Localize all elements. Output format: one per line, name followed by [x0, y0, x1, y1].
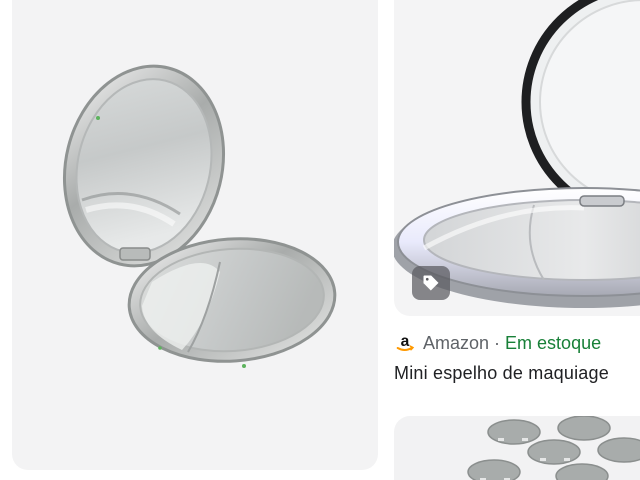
result-meta-row: a Amazon · Em estoque: [394, 330, 601, 356]
amazon-logo: a: [394, 332, 416, 354]
result-card-compact-mirror[interactable]: [12, 0, 378, 470]
svg-text:a: a: [401, 333, 410, 350]
price-tag-badge[interactable]: [412, 266, 450, 300]
source-name[interactable]: Amazon: [423, 333, 489, 354]
tag-icon: [423, 275, 439, 291]
compact-mirror-image: [62, 64, 337, 368]
separator-dot: ·: [494, 332, 501, 353]
product-title[interactable]: Mini espelho de maquiage: [394, 363, 640, 384]
result-card-mirror-blanks[interactable]: [394, 416, 640, 480]
availability-status: Em estoque: [505, 332, 602, 353]
mirror-blanks-image: [467, 416, 640, 480]
